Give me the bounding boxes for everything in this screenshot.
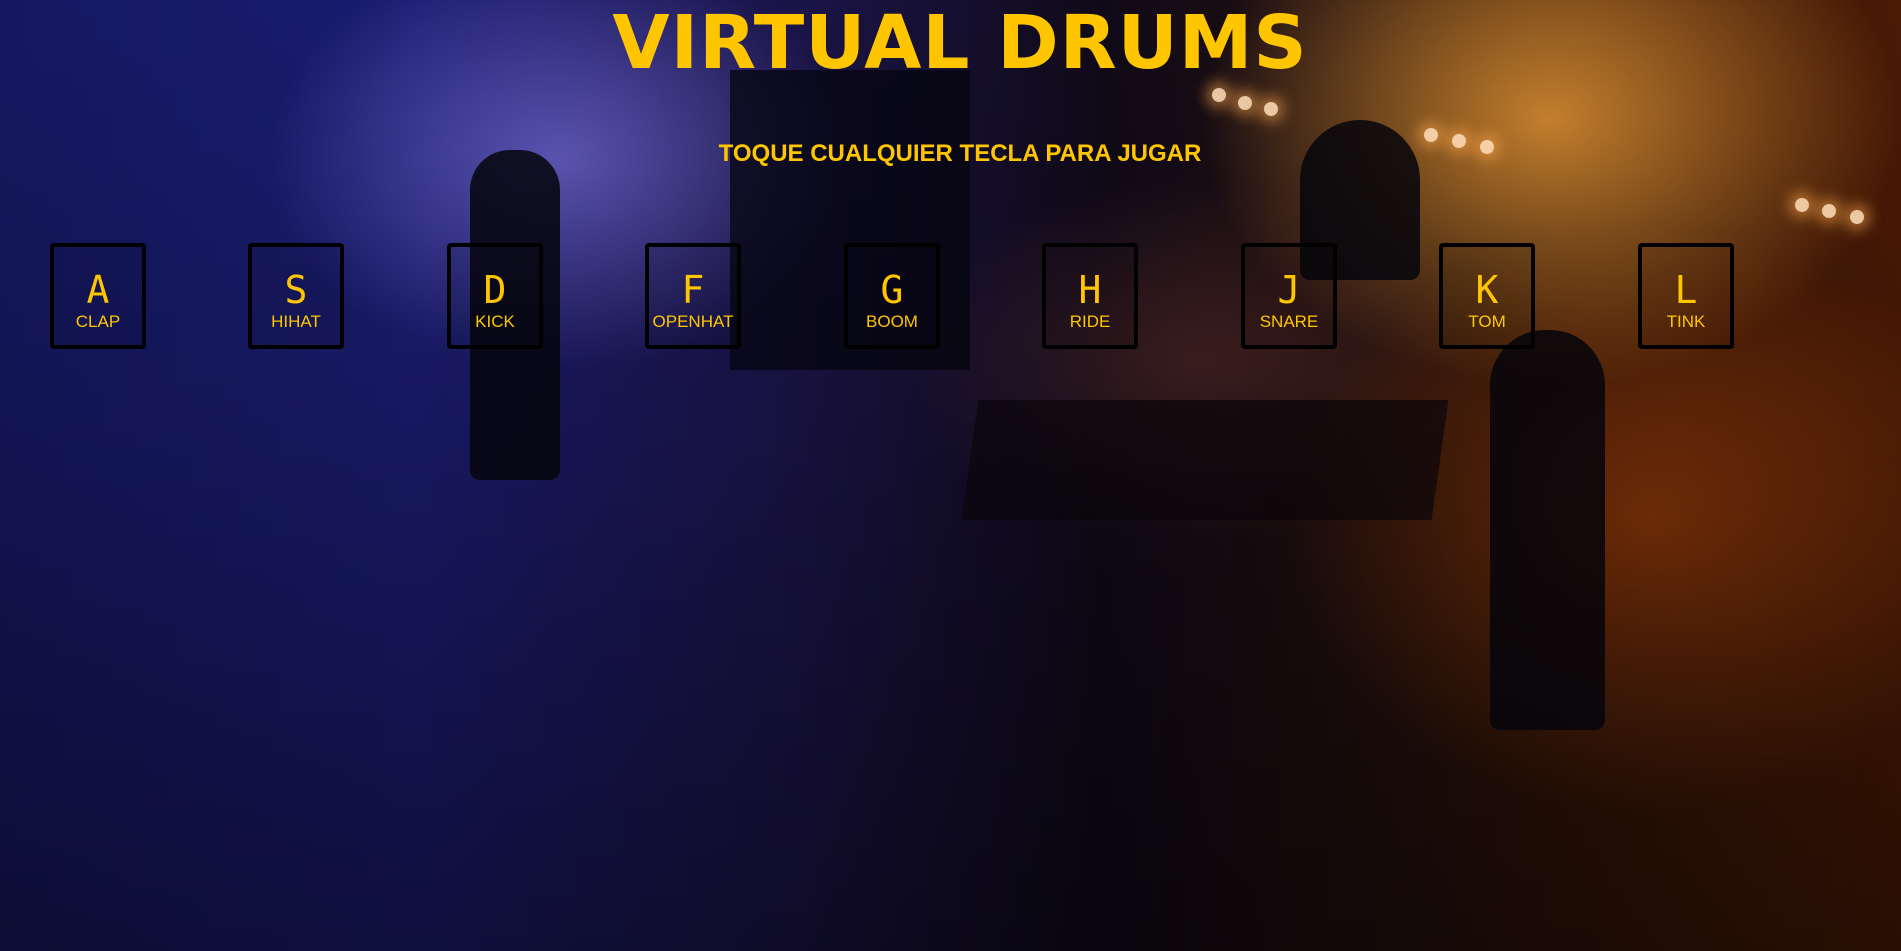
drum-key-openhat[interactable]: F OPENHAT — [645, 243, 741, 349]
drum-key-clap[interactable]: A CLAP — [50, 243, 146, 349]
page-title: VIRTUAL DRUMS — [612, 0, 1308, 86]
key-sound-label: TINK — [1666, 312, 1706, 331]
key-letter: L — [1674, 268, 1698, 312]
key-letter: G — [880, 268, 904, 312]
key-sound-label: OPENHAT — [652, 312, 734, 331]
key-sound-label: RIDE — [1069, 312, 1111, 331]
key-sound-label: HIHAT — [271, 312, 321, 331]
key-sound-label: TOM — [1468, 312, 1506, 331]
drum-key-kick[interactable]: D KICK — [447, 243, 543, 349]
key-letter: F — [681, 268, 705, 312]
key-sound-label: KICK — [475, 312, 515, 331]
drum-key-tink[interactable]: L TINK — [1638, 243, 1734, 349]
key-letter: J — [1277, 268, 1301, 312]
key-letter: K — [1475, 268, 1499, 312]
drum-key-ride[interactable]: H RIDE — [1042, 243, 1138, 349]
drum-keys: A CLAP S HIHAT D KICK F OPENHAT G BOOM H… — [50, 243, 1734, 349]
page-subtitle: TOQUE CUALQUIER TECLA PARA JUGAR — [718, 140, 1202, 167]
key-letter: H — [1078, 268, 1102, 312]
key-letter: A — [86, 268, 110, 312]
drum-key-tom[interactable]: K TOM — [1439, 243, 1535, 349]
key-letter: D — [483, 268, 507, 312]
drum-key-snare[interactable]: J SNARE — [1241, 243, 1337, 349]
key-letter: S — [284, 268, 308, 312]
drum-key-boom[interactable]: G BOOM — [844, 243, 940, 349]
key-sound-label: BOOM — [866, 312, 918, 331]
drum-key-hihat[interactable]: S HIHAT — [248, 243, 344, 349]
drum-app: VIRTUAL DRUMS TOQUE CUALQUIER TECLA PARA… — [0, 0, 1901, 951]
key-sound-label: SNARE — [1259, 312, 1319, 331]
key-sound-label: CLAP — [75, 312, 121, 331]
